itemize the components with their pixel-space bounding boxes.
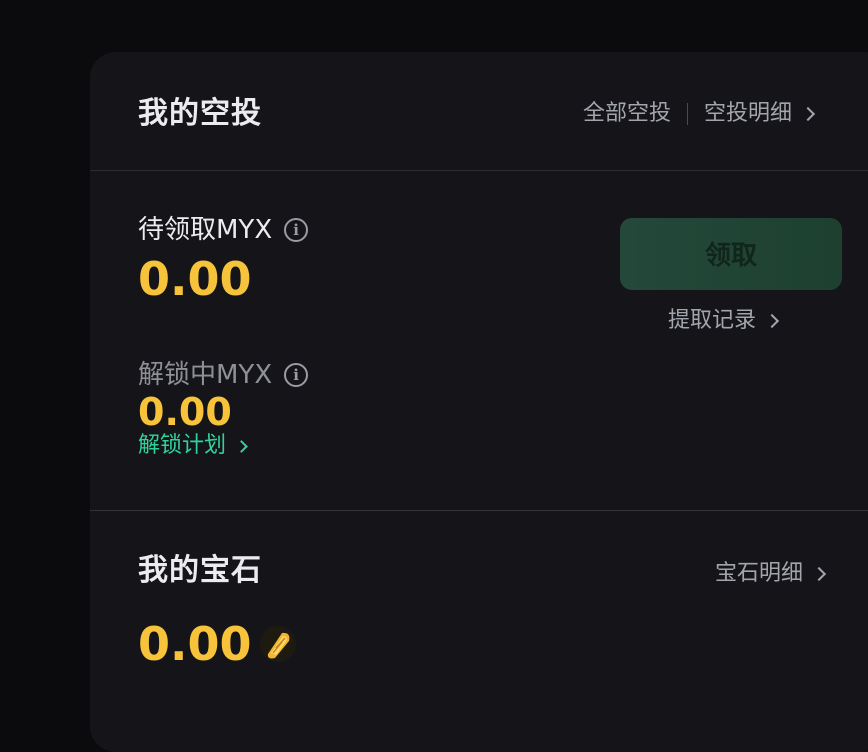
info-icon[interactable]: i — [284, 218, 309, 242]
claimable-label-row: 待领取MYX i — [138, 215, 309, 245]
claimable-label: 待领取MYX — [138, 215, 273, 245]
airdrop-card: 我的空投 全部空投 空投明细 待领取MYX i 0.00 解锁中MYX i 0.… — [90, 52, 868, 752]
airdrop-header: 我的空投 全部空投 空投明细 — [90, 52, 868, 171]
gems-section: 我的宝石 宝石明细 0.00 — [90, 511, 868, 751]
withdraw-records-label[interactable]: 提取记录 — [668, 310, 756, 332]
gems-balance-row: 0.00 — [138, 621, 298, 667]
all-airdrops-link[interactable]: 全部空投 — [583, 103, 671, 125]
gem-details-label[interactable]: 宝石明细 — [715, 563, 803, 585]
gem-icon — [259, 626, 296, 662]
gems-title: 我的宝石 — [138, 553, 262, 588]
unlocking-label: 解锁中MYX — [138, 360, 273, 390]
chevron-right-icon[interactable] — [800, 106, 816, 122]
chevron-right-icon[interactable] — [811, 566, 827, 582]
link-divider — [687, 103, 689, 125]
airdrop-title: 我的空投 — [138, 96, 262, 131]
myx-balance-section: 待领取MYX i 0.00 解锁中MYX i 0.00 解锁计划 领取 提取记录 — [90, 170, 868, 511]
gem-details-link[interactable]: 宝石明细 — [715, 563, 830, 585]
claim-button[interactable]: 领取 — [620, 218, 842, 290]
unlock-plan-label[interactable]: 解锁计划 — [138, 435, 226, 457]
chevron-right-icon[interactable] — [235, 439, 248, 453]
chevron-right-icon[interactable] — [764, 313, 780, 329]
airdrop-details-link[interactable]: 空投明细 — [704, 103, 792, 125]
gems-value: 0.00 — [138, 617, 252, 671]
unlocking-label-row: 解锁中MYX i — [138, 360, 309, 390]
unlock-plan-link[interactable]: 解锁计划 — [138, 435, 252, 457]
withdraw-records-link[interactable]: 提取记录 — [668, 310, 783, 332]
claimable-value: 0.00 — [138, 252, 252, 306]
info-icon[interactable]: i — [284, 363, 309, 387]
airdrop-header-links: 全部空投 空投明细 — [583, 103, 819, 125]
unlocking-value: 0.00 — [138, 390, 232, 434]
